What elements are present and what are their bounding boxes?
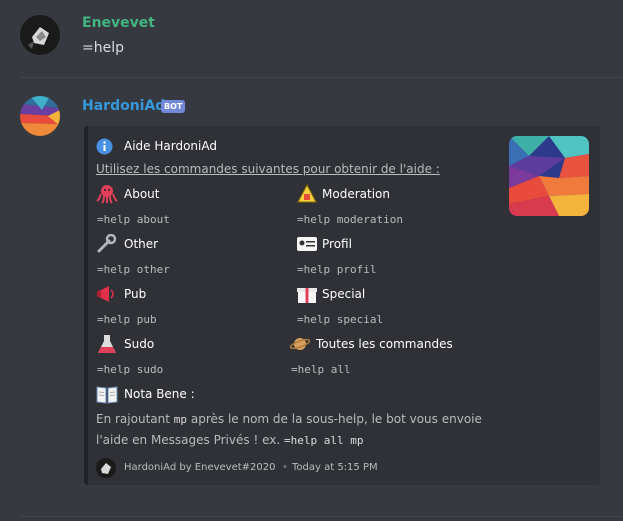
field-value-pub: =help pub <box>97 313 157 326</box>
field-value-moderation: =help moderation <box>297 213 403 226</box>
field-name-sudo: Sudo <box>124 337 155 351</box>
gift-icon <box>297 288 317 303</box>
field-name-other: Other <box>124 237 159 251</box>
field-name-about: About <box>124 187 160 201</box>
field-value-all: =help all <box>291 363 351 376</box>
bot-username[interactable]: HardoniAd <box>82 98 165 114</box>
field-name-special: Special <box>322 287 366 301</box>
field-value-about: =help about <box>97 213 170 226</box>
nota-text: En rajoutant mp après le nom de la sous-… <box>96 409 496 451</box>
field-value-sudo: =help sudo <box>97 363 164 376</box>
footer-text: HardoniAd by Enevevet#2020 <box>124 462 276 473</box>
field-name-moderation: Moderation <box>322 187 390 201</box>
footer-separator: • <box>282 462 288 473</box>
bot-badge: BOT <box>161 100 186 113</box>
book-icon <box>96 386 118 404</box>
field-value-special: =help special <box>297 313 384 326</box>
divider <box>20 516 623 517</box>
flask-icon <box>98 335 116 353</box>
message-text: =help <box>82 40 124 56</box>
field-value-other: =help other <box>97 263 170 276</box>
field-name-all: Toutes les commandes <box>316 337 453 351</box>
embed-color-bar <box>84 126 88 485</box>
nota-code-example: =help all mp <box>283 434 364 447</box>
wrench-icon <box>97 234 117 253</box>
embed-thumbnail <box>509 136 589 216</box>
field-name-pub: Pub <box>124 287 147 301</box>
footer-timestamp: Today at 5:15 PM <box>292 462 378 473</box>
divider <box>20 77 623 78</box>
footer-avatar <box>96 458 116 478</box>
planet-icon <box>289 338 311 350</box>
bot-avatar[interactable] <box>20 96 60 136</box>
megaphone-icon <box>97 286 114 302</box>
username[interactable]: Enevevet <box>82 15 155 31</box>
id-card-icon <box>297 237 317 251</box>
nota-title: Nota Bene : <box>124 387 195 401</box>
nota-code-mp: mp <box>173 413 188 426</box>
nota-text-1: En rajoutant <box>96 412 170 426</box>
octopus-icon <box>96 185 118 204</box>
field-value-profil: =help profil <box>297 263 377 276</box>
embed-description: Utilisez les commandes suivantes pour ob… <box>96 162 440 176</box>
embed-author: Aide HardoniAd <box>124 139 217 153</box>
info-icon <box>96 138 113 155</box>
moderation-icon <box>297 184 317 203</box>
avatar[interactable] <box>20 15 60 55</box>
help-embed: Aide HardoniAd Utilisez les commandes su… <box>84 126 600 485</box>
field-name-profil: Profil <box>322 237 352 251</box>
